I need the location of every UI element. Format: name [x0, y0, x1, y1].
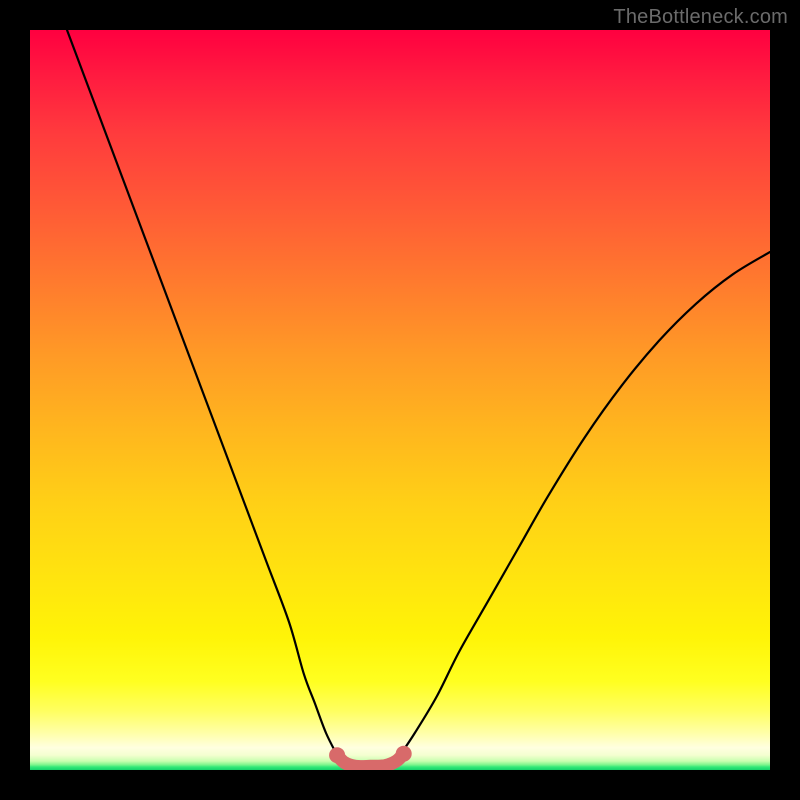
right-curve — [400, 252, 770, 755]
valley-endpoint-marker — [396, 746, 412, 762]
valley-endpoint-marker — [329, 747, 345, 763]
chart-frame: TheBottleneck.com — [0, 0, 800, 800]
valley-highlight — [337, 754, 404, 767]
plot-area — [30, 30, 770, 770]
curve-layer — [30, 30, 770, 770]
left-curve — [67, 30, 337, 755]
watermark-text: TheBottleneck.com — [613, 6, 788, 29]
